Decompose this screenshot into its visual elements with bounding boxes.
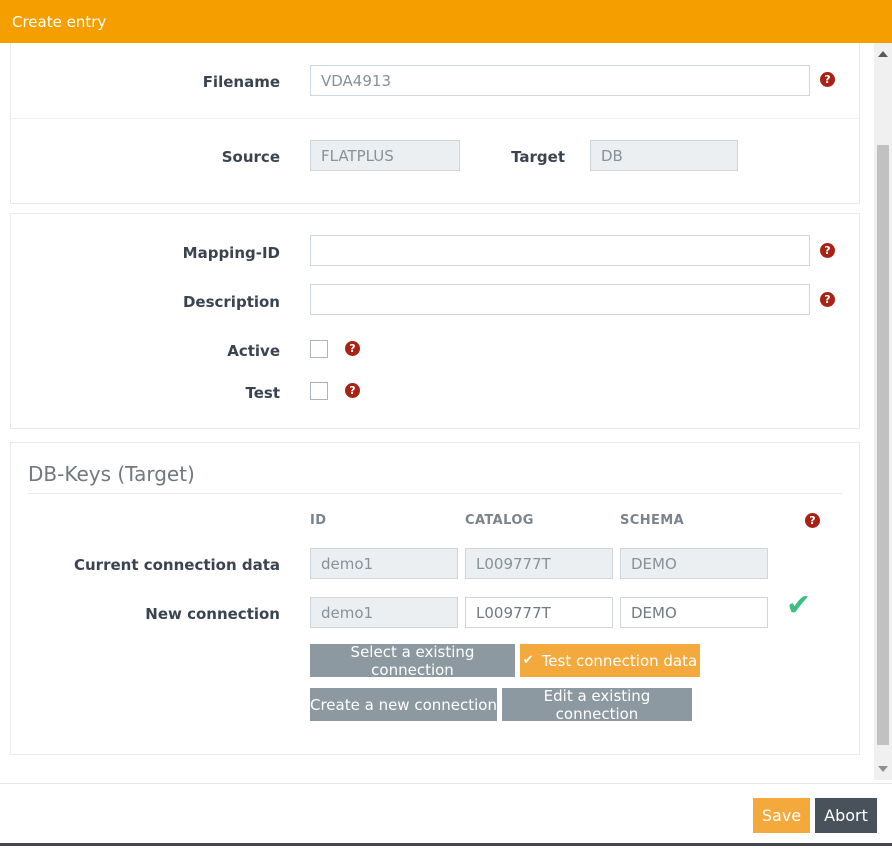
create-new-connection-button[interactable]: Create a new connection <box>310 688 497 721</box>
mapping-id-help-icon[interactable]: ? <box>820 243 835 258</box>
new-id-input <box>310 597 458 628</box>
select-existing-connection-label: Select a existing connection <box>310 643 515 679</box>
db-keys-heading: DB-Keys (Target) <box>28 462 195 486</box>
description-label: Description <box>80 293 280 311</box>
panel-divider <box>11 118 859 119</box>
scroll-up-icon[interactable] <box>878 51 888 57</box>
column-header-id: ID <box>310 513 326 528</box>
scroll-down-icon[interactable] <box>878 766 888 772</box>
connection-valid-check-icon: ✔ <box>786 591 811 621</box>
db-keys-help-icon[interactable]: ? <box>805 513 820 528</box>
mapping-id-input[interactable] <box>310 235 810 266</box>
save-button-label: Save <box>762 806 801 825</box>
current-catalog-input <box>465 548 613 579</box>
mapping-id-label: Mapping-ID <box>80 244 280 262</box>
source-input <box>310 140 460 171</box>
column-header-catalog: CATALOG <box>465 513 534 528</box>
new-connection-label: New connection <box>60 605 280 623</box>
source-label: Source <box>80 148 280 166</box>
dialog-bottom-border <box>0 843 892 846</box>
filename-input[interactable] <box>310 65 810 96</box>
abort-button[interactable]: Abort <box>815 798 877 833</box>
footer-divider <box>0 783 892 784</box>
dialog-title: Create entry <box>12 13 106 31</box>
active-help-icon[interactable]: ? <box>345 341 360 356</box>
test-label: Test <box>80 384 280 402</box>
test-connection-button[interactable]: ✔ Test connection data <box>520 644 700 677</box>
check-icon: ✔ <box>523 653 534 668</box>
target-input <box>590 140 738 171</box>
vertical-scrollbar[interactable] <box>874 43 892 780</box>
dialog-header: Create entry <box>0 0 892 43</box>
description-input[interactable] <box>310 284 810 315</box>
target-label: Target <box>465 148 565 166</box>
filename-label: Filename <box>80 73 280 91</box>
scrollbar-thumb[interactable] <box>877 145 889 745</box>
new-catalog-input[interactable] <box>465 597 613 628</box>
current-id-input <box>310 548 458 579</box>
edit-existing-connection-button[interactable]: Edit a existing connection <box>502 688 692 721</box>
filename-help-icon[interactable]: ? <box>820 72 835 87</box>
active-label: Active <box>80 342 280 360</box>
description-help-icon[interactable]: ? <box>820 292 835 307</box>
test-help-icon[interactable]: ? <box>345 383 360 398</box>
column-header-schema: SCHEMA <box>620 513 684 528</box>
abort-button-label: Abort <box>824 806 868 825</box>
save-button[interactable]: Save <box>753 798 810 833</box>
test-checkbox[interactable] <box>310 382 328 400</box>
create-new-connection-label: Create a new connection <box>310 696 497 714</box>
new-schema-input[interactable] <box>620 597 768 628</box>
current-connection-label: Current connection data <box>60 556 280 574</box>
heading-divider <box>28 493 842 494</box>
test-connection-label: Test connection data <box>542 652 698 670</box>
select-existing-connection-button[interactable]: Select a existing connection <box>310 644 515 677</box>
current-schema-input <box>620 548 768 579</box>
edit-existing-connection-label: Edit a existing connection <box>502 687 692 723</box>
active-checkbox[interactable] <box>310 340 328 358</box>
